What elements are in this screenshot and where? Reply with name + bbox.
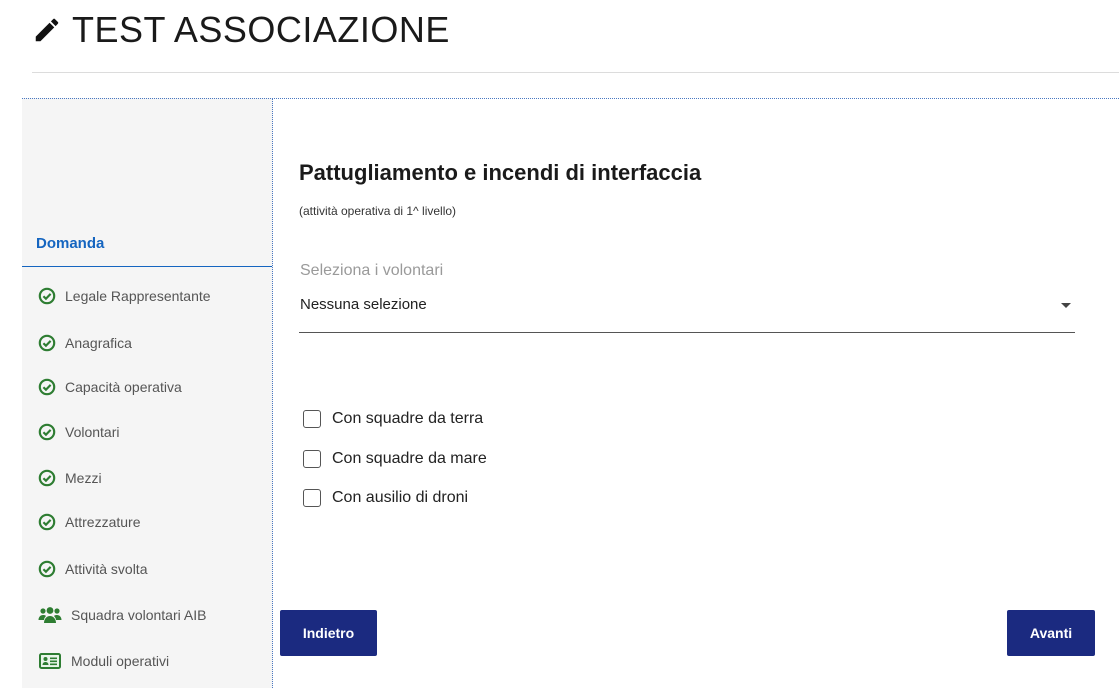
sidebar-item-label: Mezzi <box>65 470 102 486</box>
sidebar-item-attivita-svolta[interactable]: Attività svolta <box>38 560 147 578</box>
checkbox-label: Con ausilio di droni <box>332 489 469 506</box>
sidebar-heading: Domanda <box>36 235 105 252</box>
id-card-icon <box>38 652 62 670</box>
check-circle-icon <box>38 423 56 441</box>
checkbox-squadre-mare[interactable]: Con squadre da mare <box>303 450 487 468</box>
header-divider <box>32 72 1119 73</box>
sidebar: Domanda Legale Rappresentante Anagrafica… <box>22 98 273 688</box>
sidebar-item-label: Volontari <box>65 424 120 440</box>
page-header: TEST ASSOCIAZIONE <box>32 8 450 52</box>
users-icon <box>38 606 62 624</box>
sidebar-item-legale-rappresentante[interactable]: Legale Rappresentante <box>38 287 211 305</box>
sidebar-item-mezzi[interactable]: Mezzi <box>38 469 102 487</box>
checkbox[interactable] <box>303 410 321 428</box>
sidebar-item-label: Attività svolta <box>65 561 148 577</box>
volunteers-select-label: Seleziona i volontari <box>300 262 444 279</box>
checkbox[interactable] <box>303 450 321 468</box>
checkbox-label: Con squadre da terra <box>332 410 484 427</box>
sidebar-item-volontari[interactable]: Volontari <box>38 423 119 441</box>
check-circle-icon <box>38 513 56 531</box>
caret-down-icon <box>1061 303 1071 308</box>
section-title: Pattugliamento e incendi di interfaccia <box>299 160 702 185</box>
sidebar-item-anagrafica[interactable]: Anagrafica <box>38 334 132 352</box>
checkbox-label: Con squadre da mare <box>332 450 487 467</box>
next-button[interactable]: Avanti <box>1007 610 1095 656</box>
check-circle-icon <box>38 287 56 305</box>
checkbox-ausilio-droni[interactable]: Con ausilio di droni <box>303 489 468 507</box>
check-circle-icon <box>38 560 56 578</box>
check-circle-icon <box>38 378 56 396</box>
content-top-border <box>22 98 1119 99</box>
sidebar-item-attrezzature[interactable]: Attrezzature <box>38 513 140 531</box>
volunteers-select[interactable]: Nessuna selezione <box>299 290 1075 333</box>
back-button[interactable]: Indietro <box>280 610 377 656</box>
sidebar-item-label: Moduli operativi <box>71 653 170 669</box>
check-circle-icon <box>38 334 56 352</box>
check-circle-icon <box>38 469 56 487</box>
sidebar-item-capacita-operativa[interactable]: Capacità operativa <box>38 378 182 396</box>
volunteers-select-value: Nessuna selezione <box>300 296 427 313</box>
sidebar-item-label: Capacità operativa <box>65 379 182 395</box>
sidebar-item-label: Squadra volontari AIB <box>71 607 207 623</box>
sidebar-heading-underline <box>22 266 272 267</box>
sidebar-item-label: Anagrafica <box>65 335 132 351</box>
checkbox-squadre-terra[interactable]: Con squadre da terra <box>303 410 483 428</box>
section-subtitle: (attività operativa di 1^ livello) <box>299 204 457 218</box>
sidebar-item-moduli-operativi[interactable]: Moduli operativi <box>38 652 169 670</box>
checkbox[interactable] <box>303 489 321 507</box>
page-title: TEST ASSOCIAZIONE <box>72 9 450 50</box>
sidebar-item-squadra-volontari-aib[interactable]: Squadra volontari AIB <box>38 606 206 624</box>
sidebar-item-label: Legale Rappresentante <box>65 288 211 304</box>
sidebar-item-label: Attrezzature <box>65 514 141 530</box>
pencil-icon <box>35 18 59 42</box>
